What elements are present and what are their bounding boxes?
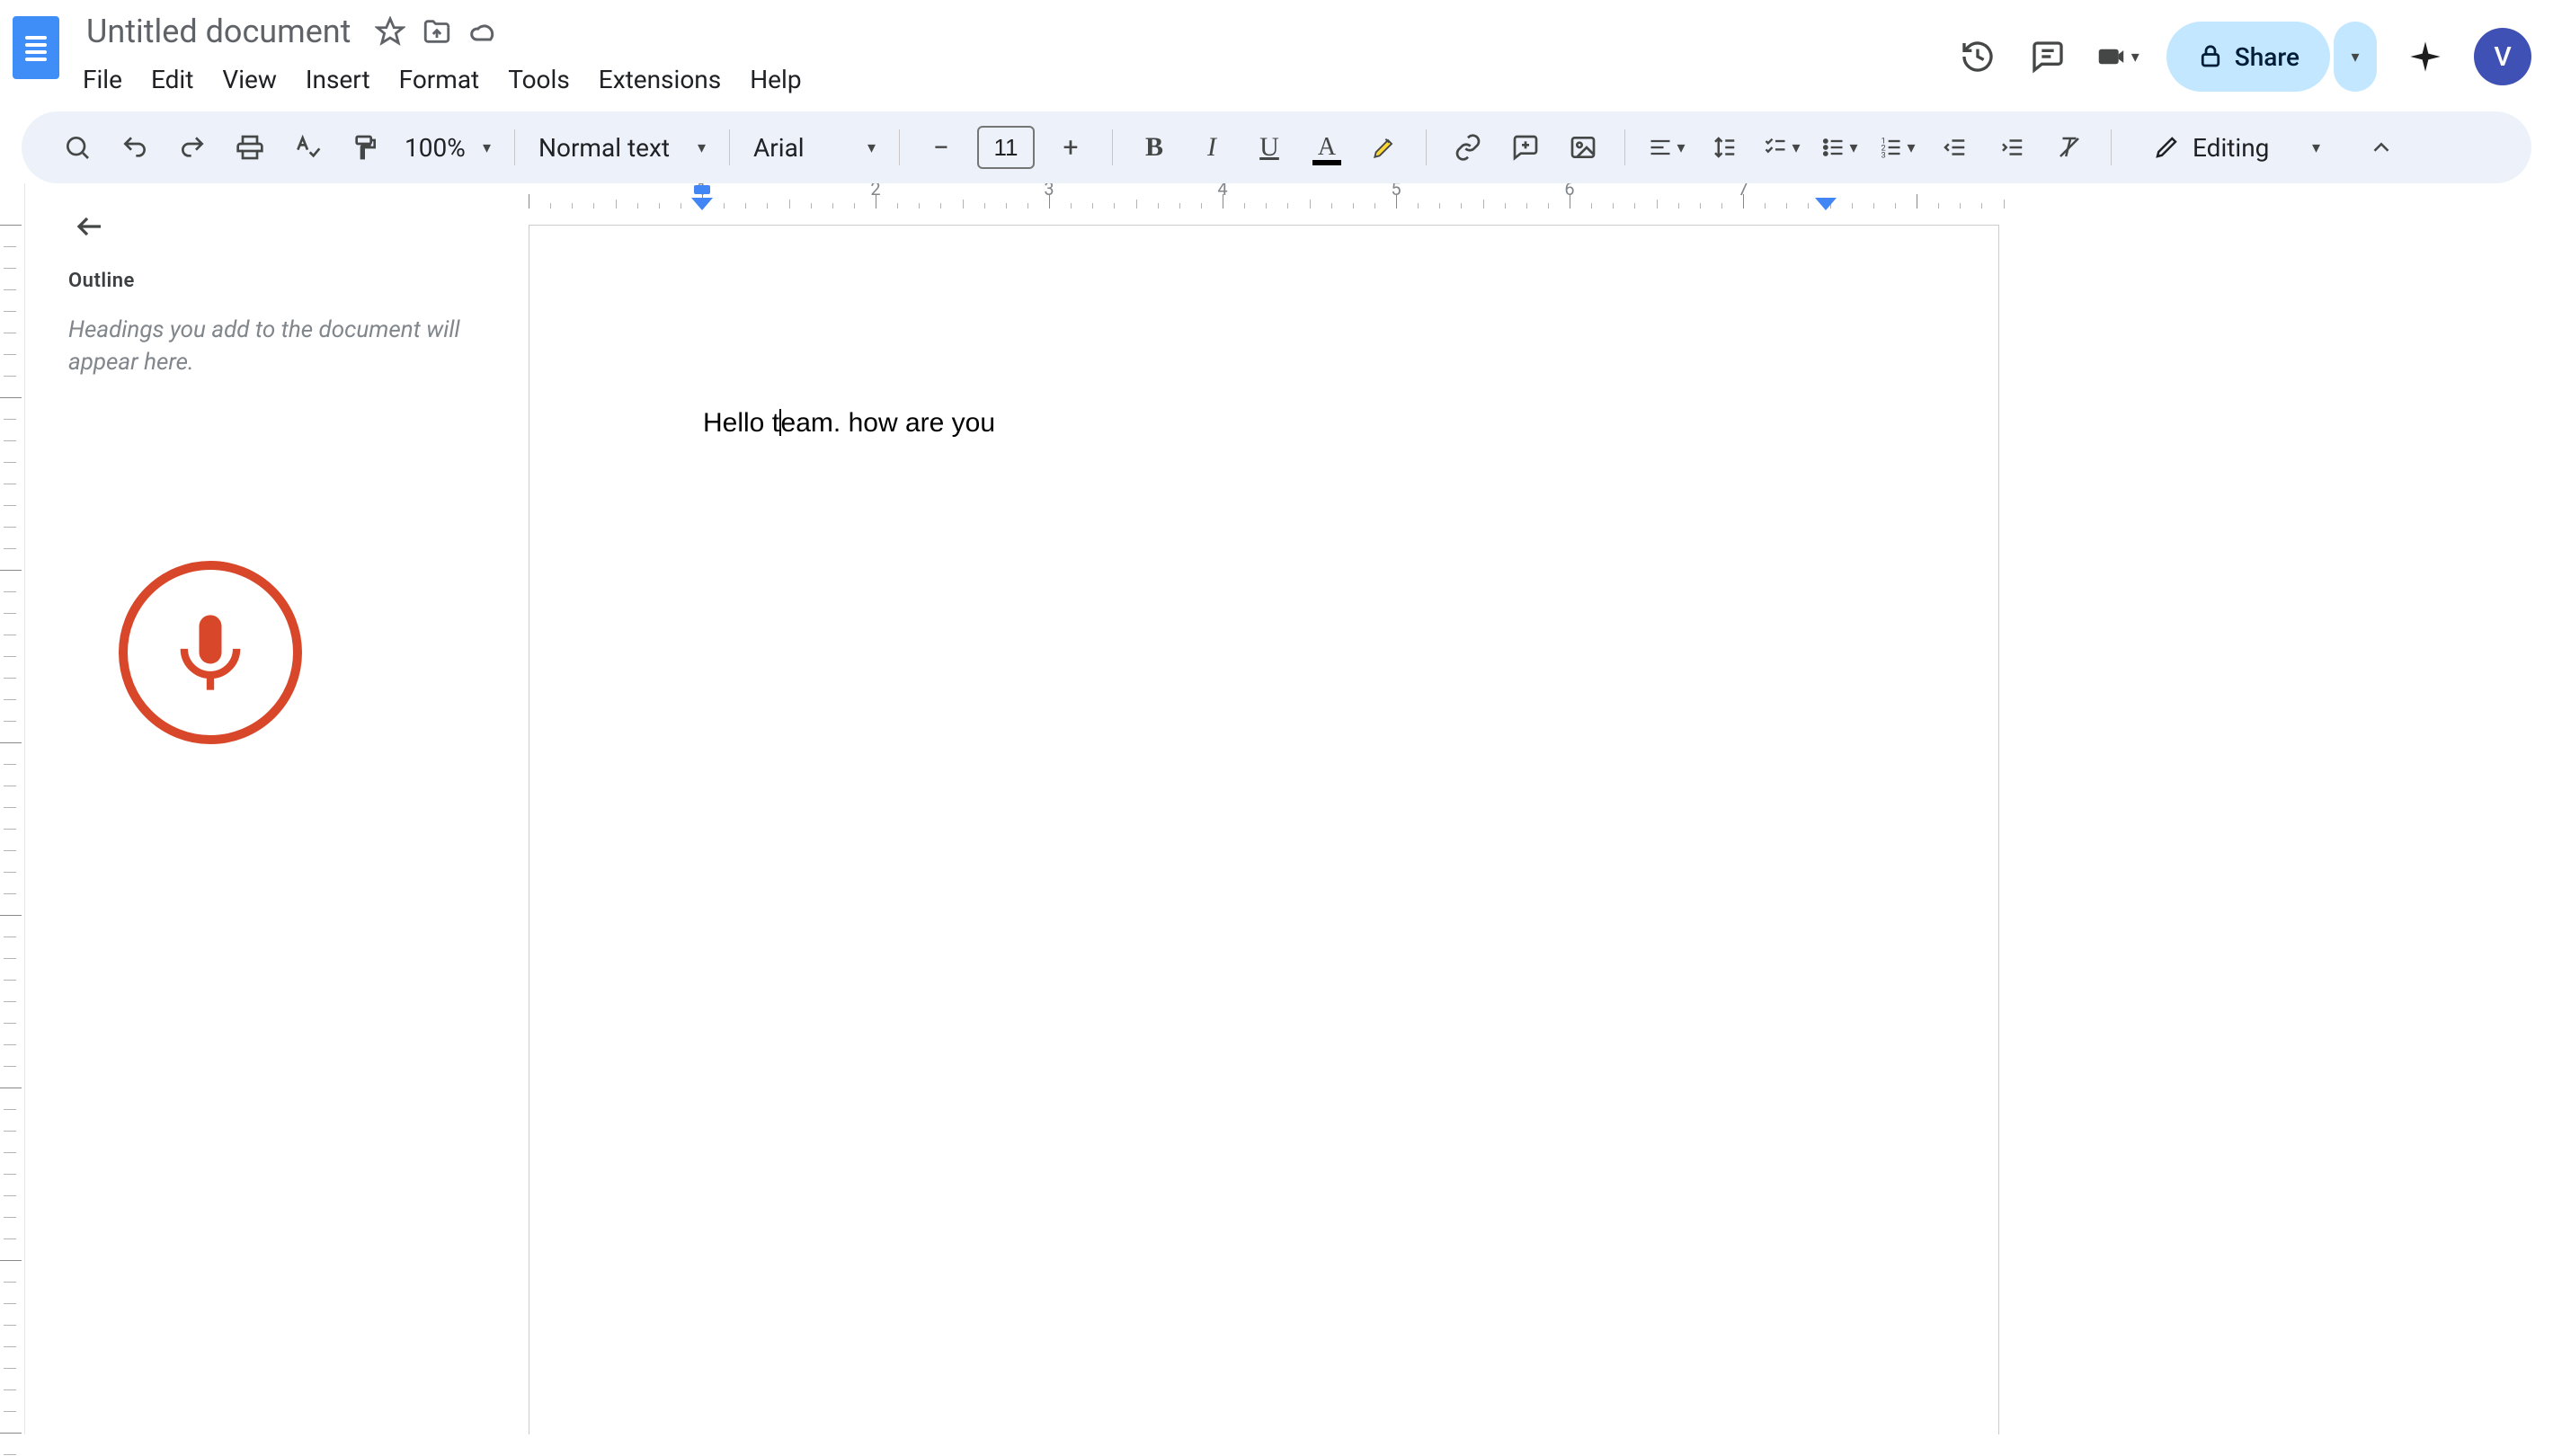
svg-text:3: 3 <box>1881 151 1886 160</box>
horizontal-ruler[interactable]: 1234567 <box>529 183 2540 210</box>
voice-typing-button[interactable] <box>119 561 302 744</box>
separator <box>2111 129 2112 165</box>
chevron-down-icon: ▾ <box>2312 138 2320 157</box>
chevron-down-icon: ▾ <box>1907 138 1915 157</box>
chevron-down-icon: ▾ <box>1792 138 1800 157</box>
menu-extensions[interactable]: Extensions <box>586 59 734 100</box>
mode-label: Editing <box>2193 133 2269 163</box>
outline-heading: Outline <box>68 270 502 292</box>
clear-formatting-button[interactable] <box>2046 124 2093 171</box>
star-icon[interactable] <box>372 13 408 49</box>
zoom-select[interactable]: 100% ▾ <box>394 124 502 171</box>
spellcheck-button[interactable] <box>284 124 331 171</box>
numbered-list-button[interactable]: 123 ▾ <box>1873 124 1920 171</box>
font-select[interactable]: Arial ▾ <box>743 124 886 171</box>
separator <box>729 129 730 165</box>
chevron-down-icon: ▾ <box>1677 138 1685 157</box>
cloud-status-icon[interactable] <box>466 13 502 49</box>
chevron-down-icon: ▾ <box>1849 138 1857 157</box>
separator <box>1112 129 1113 165</box>
undo-button[interactable] <box>111 124 158 171</box>
share-dropdown[interactable]: ▾ <box>2334 22 2377 92</box>
add-comment-button[interactable] <box>1502 124 1549 171</box>
bulleted-list-button[interactable]: ▾ <box>1816 124 1863 171</box>
docs-logo[interactable] <box>13 16 59 79</box>
align-button[interactable]: ▾ <box>1643 124 1690 171</box>
chevron-down-icon: ▾ <box>2131 48 2139 67</box>
chevron-down-icon: ▾ <box>2351 48 2359 67</box>
chevron-down-icon: ▾ <box>483 138 491 157</box>
text-color-button[interactable]: A <box>1303 124 1350 171</box>
separator <box>1426 129 1427 165</box>
close-outline-button[interactable] <box>68 205 111 248</box>
highlight-button[interactable] <box>1361 124 1408 171</box>
decrease-indent-button[interactable] <box>1931 124 1978 171</box>
chevron-down-icon: ▾ <box>698 138 706 157</box>
separator <box>1624 129 1625 165</box>
separator <box>514 129 515 165</box>
meet-button[interactable]: ▾ <box>2096 35 2139 78</box>
menu-file[interactable]: File <box>76 59 135 100</box>
document-page[interactable]: Hello team. how are you <box>529 225 1999 1434</box>
underline-button[interactable]: U <box>1246 124 1293 171</box>
decrease-font-size-button[interactable]: − <box>918 124 965 171</box>
insert-link-button[interactable] <box>1445 124 1491 171</box>
checklist-button[interactable]: ▾ <box>1758 124 1805 171</box>
paint-format-button[interactable] <box>342 124 388 171</box>
italic-button[interactable]: I <box>1188 124 1235 171</box>
menu-tools[interactable]: Tools <box>495 59 583 100</box>
menu-edit[interactable]: Edit <box>138 59 206 100</box>
menu-format[interactable]: Format <box>387 59 493 100</box>
line-spacing-button[interactable] <box>1701 124 1748 171</box>
vertical-ruler <box>0 183 25 1434</box>
paragraph-style-value: Normal text <box>538 133 670 163</box>
font-value: Arial <box>753 133 805 163</box>
document-title[interactable]: Untitled document <box>76 13 361 50</box>
collapse-toolbar-button[interactable] <box>2358 124 2405 171</box>
menubar: File Edit View Insert Format Tools Exten… <box>76 59 814 100</box>
increase-indent-button[interactable] <box>1988 124 2035 171</box>
share-label: Share <box>2235 42 2299 72</box>
menu-help[interactable]: Help <box>737 59 814 100</box>
zoom-value: 100% <box>405 133 466 163</box>
comments-icon[interactable] <box>2026 35 2069 78</box>
chevron-down-icon: ▾ <box>867 138 876 157</box>
mode-select[interactable]: Editing ▾ <box>2133 122 2340 173</box>
history-icon[interactable] <box>1956 35 1999 78</box>
separator <box>899 129 900 165</box>
increase-font-size-button[interactable]: + <box>1047 124 1094 171</box>
font-size-input[interactable] <box>977 126 1035 169</box>
share-button[interactable]: Share <box>2166 22 2330 92</box>
gemini-icon[interactable] <box>2404 35 2447 78</box>
pencil-icon <box>2153 134 2180 161</box>
menu-view[interactable]: View <box>209 59 289 100</box>
insert-image-button[interactable] <box>1560 124 1606 171</box>
paragraph-style-select[interactable]: Normal text ▾ <box>528 124 716 171</box>
toolbar: 100% ▾ Normal text ▾ Arial ▾ − + B I U A <box>22 111 2531 183</box>
outline-placeholder: Headings you add to the document will ap… <box>68 314 502 379</box>
document-body[interactable]: Hello team. how are you <box>703 405 1825 442</box>
search-icon[interactable] <box>54 124 101 171</box>
redo-button[interactable] <box>169 124 216 171</box>
account-avatar[interactable]: V <box>2474 28 2531 85</box>
outline-sidebar: Outline Headings you add to the document… <box>25 183 529 1434</box>
bold-button[interactable]: B <box>1131 124 1178 171</box>
move-icon[interactable] <box>419 13 455 49</box>
menu-insert[interactable]: Insert <box>293 59 383 100</box>
print-button[interactable] <box>227 124 273 171</box>
